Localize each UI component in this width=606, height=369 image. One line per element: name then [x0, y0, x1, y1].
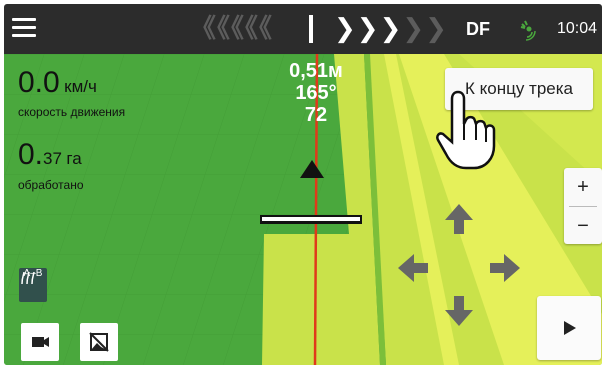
zoom-control: + −	[564, 168, 602, 244]
guidance-right-indicator: ❯❯❯❯❯	[334, 14, 448, 44]
camera-button[interactable]	[21, 323, 59, 361]
guidance-right-active: ❯❯❯	[334, 14, 403, 44]
satellite-icon	[520, 20, 536, 41]
clock: 10:04	[557, 20, 598, 37]
guidance-left-indicator: 《《《《《	[190, 14, 274, 44]
area-unit: га	[66, 149, 82, 168]
tap-hand-icon	[436, 90, 496, 170]
speed-value: 0.0	[18, 66, 60, 99]
area-value-small: 37	[43, 149, 62, 168]
receiver-label: DF	[466, 19, 490, 39]
speed-label: скорость движения	[18, 105, 126, 119]
app-screen: 《《《《《 ❯❯❯❯❯ DF 10:04 0.0 км/ч скорость д…	[4, 4, 602, 365]
area-readout: 0.37 га	[18, 138, 82, 172]
guidance-hud: 0,51м 165° 72	[266, 60, 366, 126]
area-label: обработано	[18, 178, 84, 192]
area-value: 0.	[18, 138, 44, 171]
speed-readout: 0.0 км/ч	[18, 66, 97, 100]
top-bar: 《《《《《 ❯❯❯❯❯ DF 10:04	[4, 4, 602, 54]
ab-lines-icon	[21, 271, 35, 285]
ab-line-button[interactable]: A–B	[19, 268, 47, 302]
zoom-in-button[interactable]: +	[564, 168, 602, 206]
guidance-center-mark	[309, 15, 313, 43]
speed-unit: км/ч	[64, 77, 97, 96]
field-map[interactable]: 0.0 км/ч скорость движения 0.37 га обраб…	[4, 54, 602, 365]
no-image-icon	[89, 332, 109, 352]
video-camera-icon	[32, 337, 49, 347]
guidance-right-dim: ❯❯	[402, 14, 448, 44]
offset-value: 0,51м	[289, 60, 343, 82]
heading-value: 165°	[295, 82, 337, 104]
play-icon	[564, 321, 576, 335]
zoom-out-button[interactable]: −	[564, 207, 602, 245]
map-layer-button[interactable]	[80, 323, 118, 361]
start-button[interactable]	[537, 296, 601, 360]
menu-icon[interactable]	[12, 18, 36, 40]
line-number: 72	[304, 104, 328, 126]
